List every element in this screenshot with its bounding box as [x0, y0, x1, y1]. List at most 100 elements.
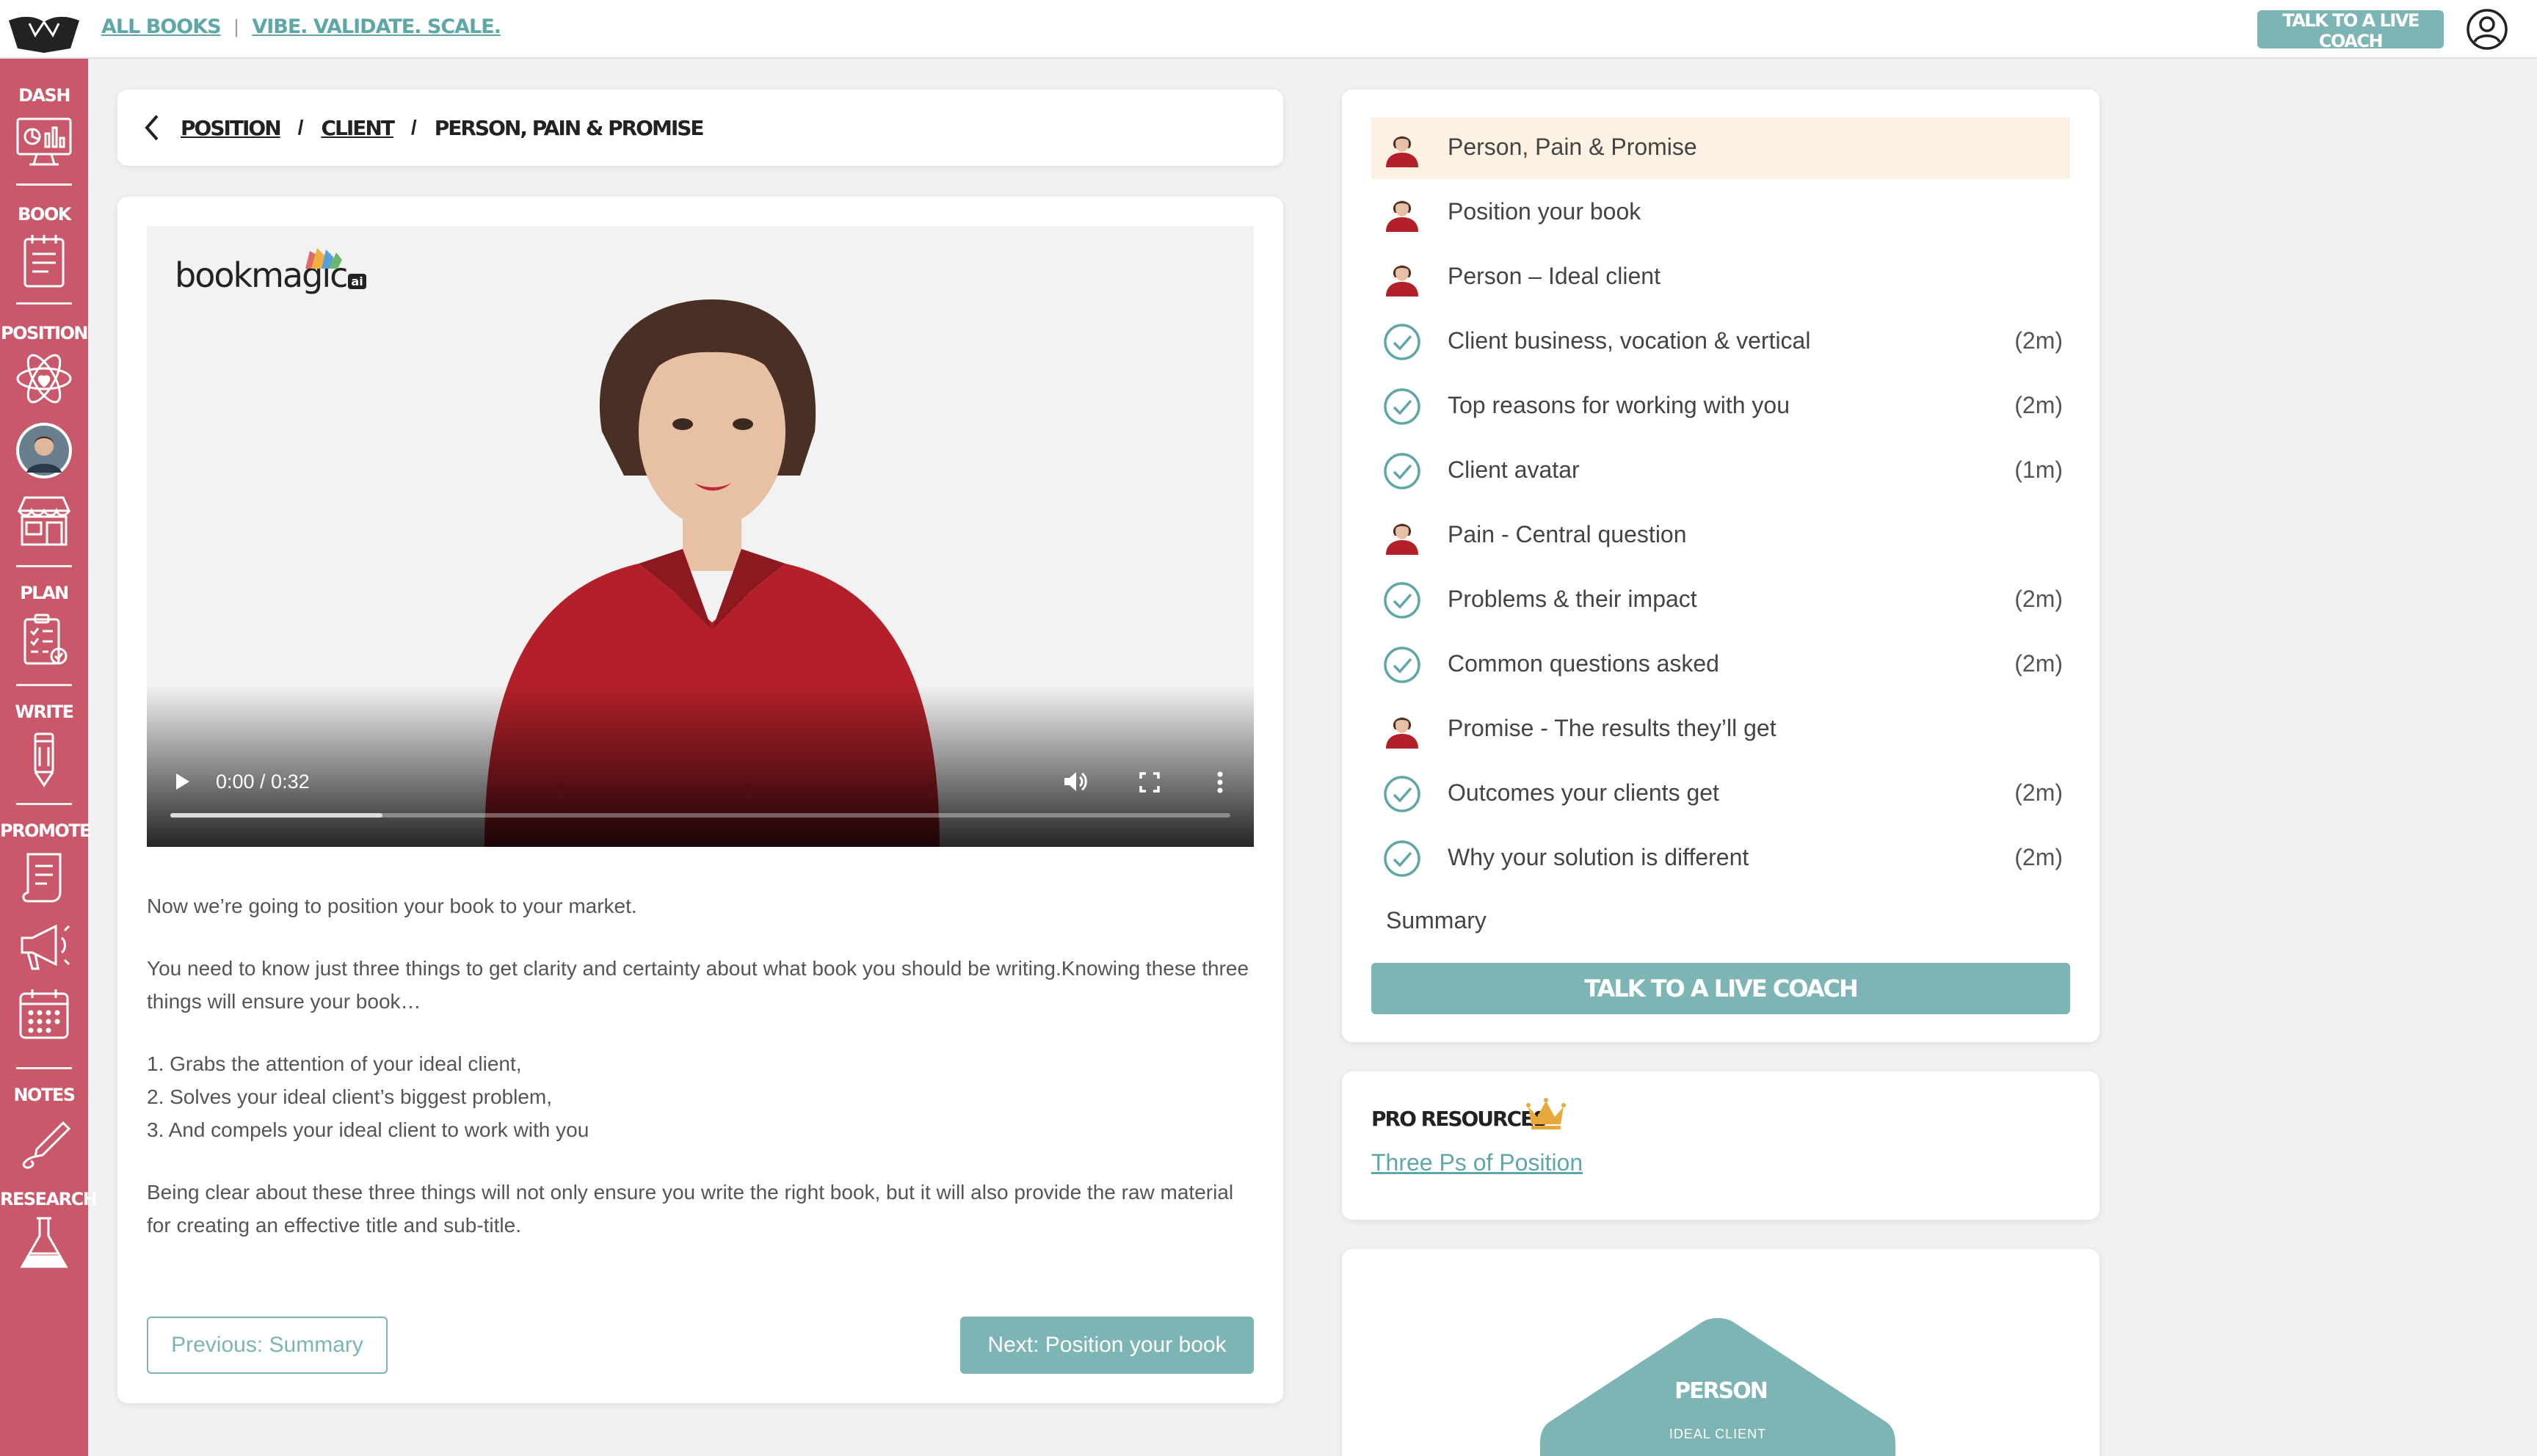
check-circle-icon: [1384, 582, 1420, 619]
step-item[interactable]: Client business, vocation & vertical (2m): [1371, 311, 2070, 373]
sidebar-label-position[interactable]: POSITION: [0, 323, 89, 343]
video-brand-badge: ai: [348, 274, 366, 289]
sidebar-label-plan[interactable]: PLAN: [0, 583, 88, 603]
vibe-validate-scale-link[interactable]: VIBE. VALIDATE. SCALE.: [252, 15, 501, 38]
video-presenter-icon: [1386, 136, 1418, 167]
step-item[interactable]: Person – Ideal client: [1371, 247, 2070, 308]
step-item[interactable]: Pain - Central question: [1371, 505, 2070, 567]
sidebar-label-write[interactable]: WRITE: [0, 702, 88, 722]
step-item[interactable]: Why your solution is different (2m): [1371, 828, 2070, 889]
open-book-logo-icon[interactable]: [6, 12, 82, 56]
sidebar-label-notes[interactable]: NOTES: [0, 1085, 88, 1105]
lesson-description: Now we’re going to position your book to…: [147, 889, 1254, 1271]
step-label: Common questions asked: [1448, 650, 1719, 677]
step-duration: (2m): [2014, 844, 2063, 870]
step-duration: (2m): [2014, 392, 2063, 418]
document-icon[interactable]: [15, 848, 73, 907]
breadcrumb-card: POSITION / CLIENT / PERSON, PAIN & PROMI…: [117, 90, 1283, 166]
fullscreen-icon[interactable]: [1139, 772, 1160, 793]
dashboard-monitor-icon[interactable]: [15, 113, 73, 172]
step-label: Why your solution is different: [1448, 844, 1749, 870]
plan-checklist-icon[interactable]: [15, 611, 73, 669]
step-label: Person – Ideal client: [1448, 263, 1661, 289]
talk-to-coach-button[interactable]: TALK TO A LIVE COACH: [2257, 10, 2444, 51]
storefront-icon[interactable]: [15, 492, 73, 550]
step-label: Pain - Central question: [1448, 521, 1687, 547]
pencil-icon[interactable]: [15, 729, 73, 788]
step-label: Top reasons for working with you: [1448, 392, 1790, 418]
video-player[interactable]: bookmagic ai 0:00 / 0:32: [147, 226, 1254, 847]
sidebar-divider: [16, 565, 72, 567]
video-presenter-icon: [1386, 717, 1418, 749]
check-circle-icon: [1384, 388, 1420, 425]
volume-icon[interactable]: [1063, 771, 1088, 793]
breadcrumb-client-link[interactable]: CLIENT: [321, 116, 394, 140]
breadcrumb-position-link[interactable]: POSITION: [181, 116, 282, 140]
step-label: Promise - The results they’ll get: [1448, 715, 1776, 741]
bookmagic-book-icon: [305, 248, 342, 269]
breadcrumb-current: PERSON, PAIN & PROMISE: [434, 115, 705, 140]
talk-to-coach-side-button[interactable]: TALK TO A LIVE COACH: [1371, 963, 2070, 1014]
list-item: 3. And compels your ideal client to work…: [147, 1118, 589, 1141]
video-presenter-icon: [1386, 200, 1418, 232]
video-progress-fill: [170, 813, 382, 818]
description-paragraph: You need to know just three things to ge…: [147, 957, 1249, 1013]
sidebar-divider: [16, 684, 72, 686]
summary-step[interactable]: Summary: [1386, 907, 1487, 934]
notes-pen-icon[interactable]: [15, 1113, 73, 1171]
sidebar-label-book[interactable]: BOOK: [0, 204, 88, 225]
three-ps-link[interactable]: Three Ps of Position: [1371, 1149, 1583, 1176]
step-duration: (2m): [2014, 650, 2063, 677]
calendar-icon[interactable]: [15, 985, 73, 1044]
sidebar-divider: [16, 1067, 72, 1069]
step-item[interactable]: Position your book: [1371, 182, 2070, 244]
list-item: 1. Grabs the attention of your ideal cli…: [147, 1052, 522, 1075]
previous-button[interactable]: Previous: Summary: [147, 1317, 388, 1374]
video-brand-logo: bookmagic ai: [175, 248, 366, 295]
top-bar: ALL BOOKS | VIBE. VALIDATE. SCALE. TALK TO…: [0, 0, 2537, 59]
sidebar-divider: [16, 302, 72, 305]
video-presenter-icon: [1386, 265, 1418, 296]
coach-avatar[interactable]: [15, 421, 73, 480]
flask-icon[interactable]: [15, 1214, 73, 1273]
sidebar-label-dash[interactable]: DASH: [0, 85, 88, 106]
account-icon[interactable]: [2465, 7, 2509, 51]
step-label: Position your book: [1448, 198, 1641, 225]
diagram-person-title: PERSON: [1674, 1378, 1768, 1404]
step-item[interactable]: Client avatar (1m): [1371, 440, 2070, 502]
check-circle-icon: [1384, 647, 1420, 683]
sidebar-divider: [16, 803, 72, 805]
video-presenter-icon: [1386, 523, 1418, 555]
step-item[interactable]: Top reasons for working with you (2m): [1371, 376, 2070, 437]
more-options-icon[interactable]: [1216, 771, 1224, 794]
pro-resources-title: PRO RESOURCES: [1371, 1107, 1547, 1131]
step-item[interactable]: Outcomes your clients get (2m): [1371, 763, 2070, 825]
book-notepad-icon[interactable]: [15, 232, 73, 291]
check-circle-icon: [1384, 776, 1420, 812]
chevron-left-icon[interactable]: [142, 113, 161, 142]
step-duration: (1m): [2014, 456, 2063, 483]
step-label: Problems & their impact: [1448, 586, 1697, 612]
step-item[interactable]: Promise - The results they’ll get: [1371, 699, 2070, 760]
left-sidebar: DASH BOOK POSITION PLAN WRITE PROMOTE NO…: [0, 59, 98, 1456]
step-duration: (2m): [2014, 327, 2063, 354]
step-item[interactable]: Person, Pain & Promise: [1371, 117, 2070, 179]
sidebar-label-research[interactable]: RESEARCH: [0, 1189, 98, 1209]
step-item[interactable]: Problems & their impact (2m): [1371, 569, 2070, 631]
step-duration: (2m): [2014, 586, 2063, 612]
step-item[interactable]: Common questions asked (2m): [1371, 634, 2070, 696]
step-label: Client avatar: [1448, 456, 1580, 483]
all-books-link[interactable]: ALL BOOKS: [101, 15, 222, 38]
megaphone-icon[interactable]: [15, 916, 73, 975]
diagram-person-subtitle: IDEAL CLIENT: [1669, 1427, 1767, 1441]
description-paragraph: Now we’re going to position your book to…: [147, 895, 637, 917]
three-ps-diagram-card: PERSON IDEAL CLIENT: [1342, 1249, 2099, 1456]
check-circle-icon: [1384, 840, 1420, 877]
atom-heart-icon[interactable]: [15, 349, 73, 408]
lesson-card: bookmagic ai 0:00 / 0:32 Now we’re going…: [117, 197, 1283, 1403]
video-progress-bar[interactable]: [170, 813, 1230, 818]
play-icon[interactable]: [173, 772, 192, 791]
sidebar-label-promote[interactable]: PROMOTE: [0, 820, 92, 841]
breadcrumb: POSITION / CLIENT / PERSON, PAIN & PROMI…: [142, 112, 705, 144]
next-button[interactable]: Next: Position your book: [960, 1317, 1254, 1374]
